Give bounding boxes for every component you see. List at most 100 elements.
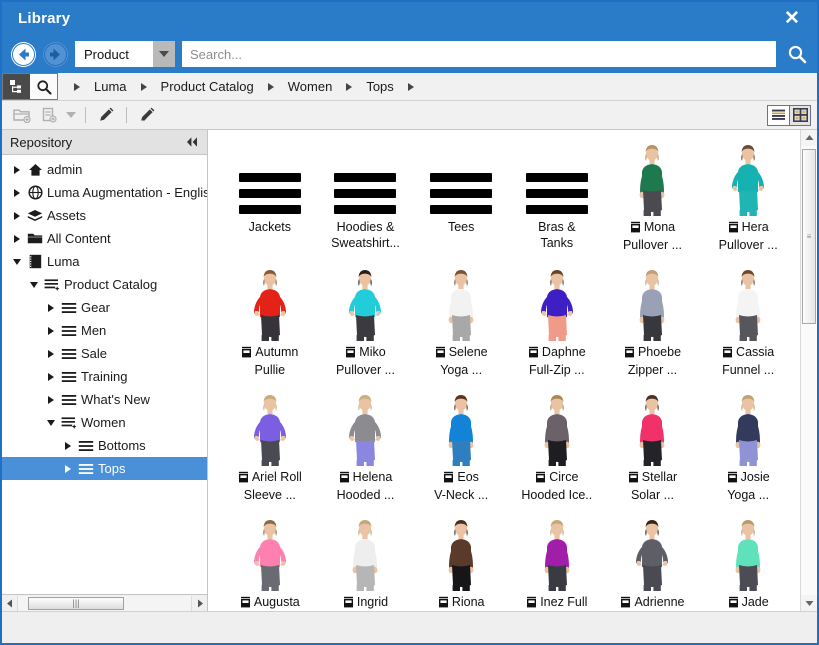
breadcrumb-item-2[interactable]: Women	[282, 79, 339, 94]
product-card[interactable]: Jade	[700, 515, 796, 611]
product-card[interactable]: Inez Full	[509, 515, 605, 611]
product-card[interactable]: Stellar Solar ...	[605, 390, 701, 515]
tree-item-all-content[interactable]: All Content	[2, 227, 207, 250]
chevron-right-icon[interactable]	[8, 165, 25, 174]
folder-card[interactable]: Tees	[413, 140, 509, 265]
tree-item-luma-augmentation-englis[interactable]: Luma Augmentation - Englis	[2, 181, 207, 204]
product-card[interactable]: Adrienne	[605, 515, 701, 611]
item-caption: Selene Yoga ...	[413, 344, 509, 378]
item-label-line2: Pullie	[254, 363, 286, 377]
product-card[interactable]: Josie Yoga ...	[700, 390, 796, 515]
folder-card[interactable]: Hoodies & Sweatshirt...	[318, 140, 414, 265]
search-icon[interactable]	[783, 44, 811, 64]
chevron-right-icon[interactable]	[42, 303, 59, 312]
product-card[interactable]: Autumn Pullie	[222, 265, 318, 390]
chevron-right-icon[interactable]	[42, 395, 59, 404]
grid-view-icon[interactable]	[789, 105, 810, 125]
new-item-icon[interactable]	[37, 104, 61, 126]
item-label-line1: Josie	[740, 470, 770, 484]
folder-card[interactable]: Bras & Tanks	[509, 140, 605, 265]
breadcrumb-search-icon[interactable]	[30, 73, 58, 100]
product-thumbnail	[625, 394, 679, 466]
chevron-right-icon[interactable]	[42, 372, 59, 381]
product-card[interactable]: Cassia Funnel ...	[700, 265, 796, 390]
chevron-right-icon[interactable]	[59, 441, 76, 450]
list-view-icon[interactable]	[768, 106, 789, 125]
item-caption: Eos V-Neck ...	[413, 469, 509, 503]
product-asset-icon	[238, 471, 249, 487]
product-card[interactable]: Helena Hooded ...	[318, 390, 414, 515]
back-arrow-icon[interactable]	[11, 41, 36, 67]
item-caption: Mona Pullover ...	[605, 219, 701, 253]
product-card[interactable]: Ingrid	[318, 515, 414, 611]
breadcrumb-item-3[interactable]: Tops	[360, 79, 399, 94]
item-caption: Stellar Solar ...	[605, 469, 701, 503]
search-type-select[interactable]: Product	[75, 41, 175, 67]
product-card[interactable]: Circe Hooded Ice..	[509, 390, 605, 515]
tree-item-admin[interactable]: admin	[2, 158, 207, 181]
tree-item-assets[interactable]: Assets	[2, 204, 207, 227]
product-card[interactable]: Ariel Roll Sleeve ...	[222, 390, 318, 515]
chevron-right-icon[interactable]	[8, 211, 25, 220]
search-input[interactable]	[190, 46, 768, 62]
tree-item-tops[interactable]: Tops	[2, 457, 207, 480]
asset-grid-viewport: Jackets Hoodies & Sweatshirt... Tees Bras & T…	[208, 130, 800, 611]
tree-item-women[interactable]: Women	[2, 411, 207, 434]
product-card[interactable]: Miko Pullover ...	[318, 265, 414, 390]
chevron-right-icon[interactable]	[42, 349, 59, 358]
pencil-star-icon[interactable]	[135, 104, 159, 126]
chevron-right-icon[interactable]	[8, 234, 25, 243]
chevron-down-icon[interactable]	[8, 258, 25, 265]
chevron-down-icon[interactable]	[25, 281, 42, 288]
product-card[interactable]: Daphne Full-Zip ...	[509, 265, 605, 390]
repository-tree[interactable]: admin Luma Augmentation - Englis Assets All…	[2, 155, 207, 594]
product-thumbnail	[434, 269, 488, 341]
product-asset-icon	[438, 596, 449, 611]
chevron-down-icon[interactable]	[64, 104, 77, 126]
chevron-down-icon[interactable]	[42, 419, 59, 426]
chevron-right-icon[interactable]	[59, 464, 76, 473]
tree-item-men[interactable]: Men	[2, 319, 207, 342]
chevron-right-icon[interactable]	[8, 188, 25, 197]
product-card[interactable]: Eos V-Neck ...	[413, 390, 509, 515]
breadcrumb-item-1[interactable]: Product Catalog	[155, 79, 260, 94]
product-card[interactable]: Augusta	[222, 515, 318, 611]
tree-item-training[interactable]: Training	[2, 365, 207, 388]
content-vertical-scrollbar[interactable]: ≡	[800, 130, 817, 611]
vscroll-track[interactable]: ≡	[801, 146, 817, 595]
tree-item-sale[interactable]: Sale	[2, 342, 207, 365]
tree-item-label: Tops	[98, 461, 126, 476]
vscroll-thumb[interactable]: ≡	[802, 149, 816, 325]
tree-item-product-catalog[interactable]: Product Catalog	[2, 273, 207, 296]
product-card[interactable]: Riona	[413, 515, 509, 611]
product-asset-icon	[339, 471, 350, 487]
tree-item-what-s-new[interactable]: What's New	[2, 388, 207, 411]
tree-item-gear[interactable]: Gear	[2, 296, 207, 319]
pencil-icon[interactable]	[94, 104, 118, 126]
hscroll-thumb[interactable]: |||	[28, 596, 124, 610]
chevron-down-icon[interactable]	[153, 41, 175, 67]
tree-view-icon[interactable]	[2, 73, 30, 100]
breadcrumb-item-0[interactable]: Luma	[88, 79, 133, 94]
collapse-left-icon[interactable]	[185, 136, 199, 148]
product-card[interactable]: Hera Pullover ...	[700, 140, 796, 265]
product-card[interactable]: Phoebe Zipper ...	[605, 265, 701, 390]
product-thumbnail	[625, 269, 679, 341]
scroll-up-icon[interactable]	[801, 130, 817, 146]
scroll-left-icon[interactable]	[2, 599, 17, 608]
forward-arrow-icon[interactable]	[43, 41, 68, 67]
hscroll-track[interactable]: |||	[17, 595, 192, 611]
tree-item-bottoms[interactable]: Bottoms	[2, 434, 207, 457]
scroll-right-icon[interactable]	[192, 599, 207, 608]
tree-item-luma[interactable]: Luma	[2, 250, 207, 273]
folder-card[interactable]: Jackets	[222, 140, 318, 265]
scroll-down-icon[interactable]	[801, 595, 817, 611]
item-label-line2: Pullover ...	[622, 238, 683, 252]
close-icon[interactable]: ✕	[779, 6, 805, 32]
new-folder-icon[interactable]	[10, 104, 34, 126]
product-card[interactable]: Selene Yoga ...	[413, 265, 509, 390]
chevron-right-icon[interactable]	[42, 326, 59, 335]
sidebar-horizontal-scrollbar[interactable]: |||	[2, 594, 207, 611]
search-field-wrap[interactable]	[182, 41, 776, 67]
product-card[interactable]: Mona Pullover ...	[605, 140, 701, 265]
